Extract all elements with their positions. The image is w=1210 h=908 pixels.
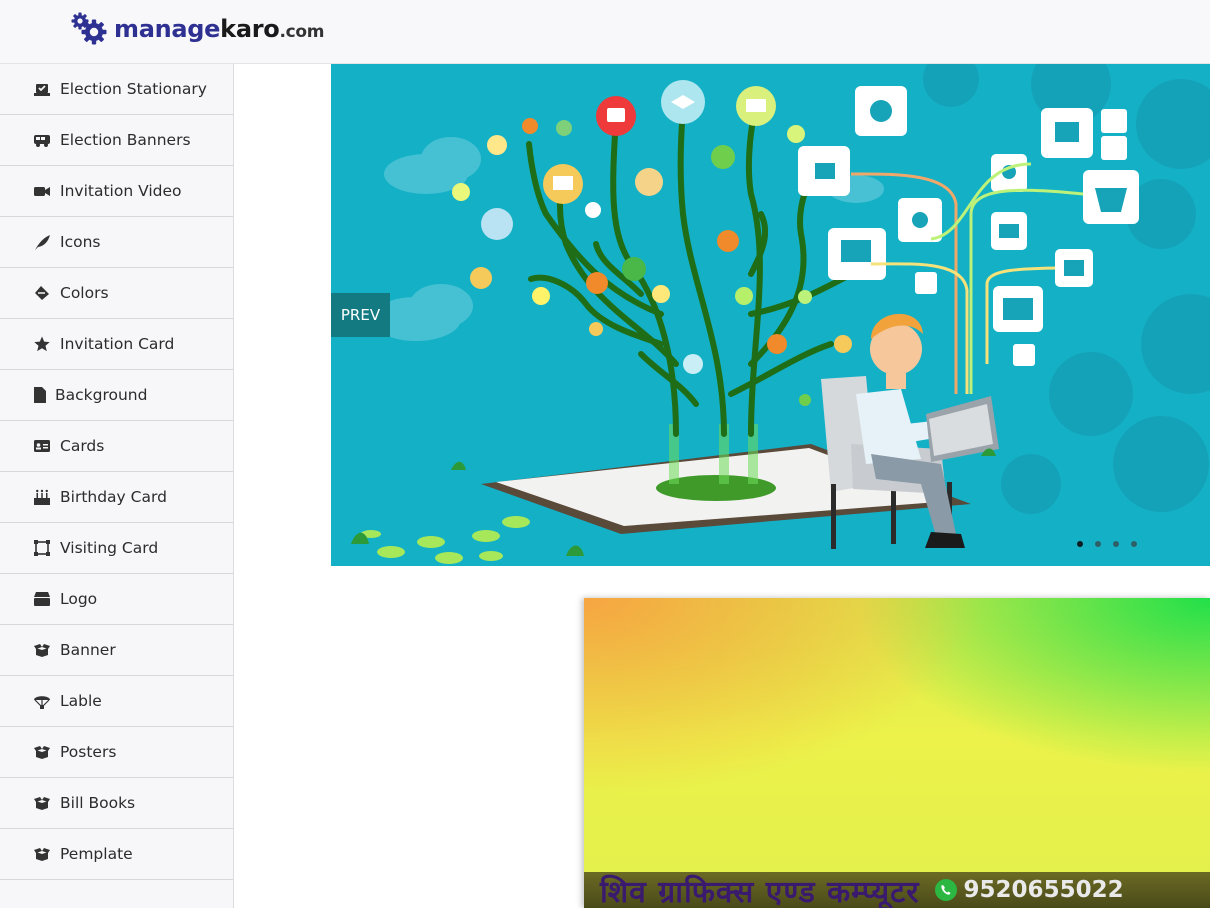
brand-logo[interactable]: managekaro.com <box>70 12 324 46</box>
brand-manage: manage <box>114 15 221 43</box>
voting-icon <box>33 80 51 98</box>
bus-icon <box>33 131 51 149</box>
sidebar-item-birthday-card[interactable]: Birthday Card <box>0 472 233 523</box>
sidebar: Election Stationary Election Banners Inv… <box>0 64 234 908</box>
slide-indicator-4[interactable] <box>1131 541 1137 547</box>
open-box-icon <box>33 845 51 863</box>
sidebar-item-label: Background <box>55 386 148 404</box>
sidebar-item-invitation-card[interactable]: Invitation Card <box>0 319 233 370</box>
brand-name: managekaro.com <box>114 15 324 43</box>
top-header: managekaro.com <box>0 0 1210 64</box>
slide-indicator-2[interactable] <box>1095 541 1101 547</box>
birthday-cake-icon <box>33 488 51 506</box>
promo-banner[interactable]: शिव ग्राफिक्स एण्ड कम्प्यूटर 9520655022 <box>584 598 1210 908</box>
open-box-icon <box>33 794 51 812</box>
promo-banner-title: शिव ग्राफिक्स एण्ड कम्प्यूटर <box>600 874 920 908</box>
sidebar-item-label: Logo <box>60 590 98 608</box>
sidebar-item-label: Bill Books <box>60 794 136 812</box>
gears-icon <box>71 12 107 45</box>
paint-bucket-icon <box>33 284 51 302</box>
sidebar-item-label: Banner <box>60 641 116 659</box>
sidebar-item-label: Birthday Card <box>60 488 167 506</box>
sidebar-item-label: Visiting Card <box>60 539 159 557</box>
sidebar-item-label: Lable <box>60 692 102 710</box>
sidebar-item-label: Election Banners <box>60 131 191 149</box>
slide-indicator-3[interactable] <box>1113 541 1119 547</box>
parachute-icon <box>33 692 51 710</box>
sidebar-item-banner[interactable]: Banner <box>0 625 233 676</box>
sidebar-item-pemplate[interactable]: Pemplate <box>0 829 233 880</box>
sidebar-item-label: Icons <box>60 233 101 251</box>
sidebar-item-logo[interactable]: Logo <box>0 574 233 625</box>
sidebar-item-lable[interactable]: Lable <box>0 676 233 727</box>
image-slider[interactable]: PREV <box>331 64 1210 566</box>
sidebar-item-colors[interactable]: Colors <box>0 268 233 319</box>
archive-box-icon <box>33 590 51 608</box>
sidebar-item-election-banners[interactable]: Election Banners <box>0 115 233 166</box>
id-card-icon <box>33 437 51 455</box>
file-icon <box>33 386 47 404</box>
sidebar-item-posters[interactable]: Posters <box>0 727 233 778</box>
promo-banner-phone: 9520655022 <box>963 877 1124 903</box>
sidebar-item-label: Colors <box>60 284 109 302</box>
brand-dotcom: .com <box>279 22 325 42</box>
whatsapp-icon <box>934 879 957 901</box>
sidebar-item-label: Invitation Card <box>60 335 175 353</box>
sidebar-item-cards[interactable]: Cards <box>0 421 233 472</box>
sidebar-item-label: Cards <box>60 437 105 455</box>
feather-icon <box>33 233 51 251</box>
promo-banner-footer: शिव ग्राफिक्स एण्ड कम्प्यूटर 9520655022 <box>584 872 1210 908</box>
prev-button[interactable]: PREV <box>331 293 390 337</box>
sidebar-item-icons[interactable]: Icons <box>0 217 233 268</box>
video-camera-icon <box>33 182 51 200</box>
slider-indicators <box>1077 541 1137 547</box>
slide-illustration <box>331 64 1210 566</box>
open-box-icon <box>33 641 51 659</box>
slide-indicator-1[interactable] <box>1077 541 1083 547</box>
star-icon <box>33 335 51 353</box>
sidebar-item-label: Pemplate <box>60 845 133 863</box>
sidebar-item-election-stationary[interactable]: Election Stationary <box>0 64 233 115</box>
vector-square-icon <box>33 539 51 557</box>
sidebar-item-invitation-video[interactable]: Invitation Video <box>0 166 233 217</box>
sidebar-item-background[interactable]: Background <box>0 370 233 421</box>
sidebar-item-label: Invitation Video <box>60 182 182 200</box>
sidebar-item-label: Election Stationary <box>60 80 207 98</box>
brand-karo: karo <box>220 15 280 43</box>
sidebar-item-bill-books[interactable]: Bill Books <box>0 778 233 829</box>
sidebar-item-label: Posters <box>60 743 117 761</box>
open-box-icon <box>33 743 51 761</box>
sidebar-item-visiting-card[interactable]: Visiting Card <box>0 523 233 574</box>
